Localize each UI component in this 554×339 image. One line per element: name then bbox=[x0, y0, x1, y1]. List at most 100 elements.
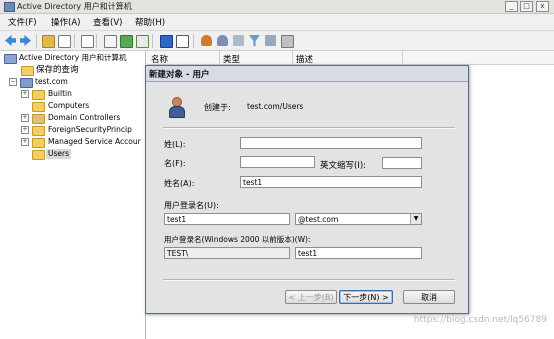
new-group-icon[interactable] bbox=[217, 35, 228, 46]
menu-view[interactable]: 查看(V) bbox=[93, 16, 122, 28]
up-folder-icon[interactable] bbox=[42, 35, 55, 48]
tree-item-label: Users bbox=[46, 149, 72, 159]
column-header-name[interactable]: 名称 bbox=[151, 53, 168, 65]
column-divider[interactable] bbox=[292, 51, 293, 64]
column-divider[interactable] bbox=[402, 51, 403, 64]
minimize-button[interactable]: _ bbox=[505, 1, 518, 12]
domain-icon bbox=[20, 78, 33, 88]
folder-icon bbox=[32, 138, 45, 148]
tree-item-saved-queries[interactable]: 保存的查询 bbox=[21, 65, 79, 76]
tree-item-label: 保存的查询 bbox=[36, 65, 79, 75]
folder-icon bbox=[32, 102, 45, 112]
window-title: Active Directory 用户和计算机 bbox=[17, 2, 132, 11]
expand-icon[interactable]: + bbox=[21, 90, 29, 98]
folder-icon bbox=[21, 66, 34, 76]
toolbar-separator bbox=[152, 34, 153, 48]
tree-item-label: test.com bbox=[35, 77, 68, 86]
new-ou-icon[interactable] bbox=[233, 35, 244, 46]
forward-icon[interactable] bbox=[20, 35, 31, 46]
first-name-input[interactable] bbox=[240, 156, 315, 168]
initials-input[interactable] bbox=[382, 157, 422, 169]
menu-action[interactable]: 操作(A) bbox=[51, 16, 80, 28]
logon-name-input[interactable]: test1 bbox=[164, 213, 290, 225]
folder-icon bbox=[32, 126, 45, 136]
add-to-group-icon[interactable] bbox=[265, 35, 276, 46]
toolbar-separator bbox=[36, 34, 37, 48]
maximize-button[interactable]: □ bbox=[520, 1, 533, 12]
folder-icon bbox=[32, 150, 45, 160]
column-divider[interactable] bbox=[219, 51, 220, 64]
show-tree-icon[interactable] bbox=[58, 35, 71, 48]
tree-item-domain[interactable]: − test.com bbox=[9, 77, 68, 88]
menu-help[interactable]: 帮助(H) bbox=[135, 16, 165, 28]
toolbar-separator bbox=[74, 34, 75, 48]
expand-icon[interactable]: + bbox=[21, 114, 29, 122]
properties-icon[interactable] bbox=[104, 35, 117, 48]
column-header-description[interactable]: 描述 bbox=[296, 53, 313, 65]
tree-item-users[interactable]: Users bbox=[21, 149, 72, 160]
export-list-icon[interactable] bbox=[136, 35, 149, 48]
tree-item-managed-service[interactable]: + Managed Service Accour bbox=[21, 137, 141, 148]
tree-item-computers[interactable]: Computers bbox=[21, 101, 90, 112]
full-name-label: 姓名(A): bbox=[164, 179, 195, 188]
menu-bar: 文件(F) 操作(A) 查看(V) 帮助(H) bbox=[0, 14, 554, 31]
pre2000-label: 用户登录名(Windows 2000 以前版本)(W): bbox=[164, 235, 311, 244]
back-icon[interactable] bbox=[5, 35, 16, 46]
dialog-title-bar: 新建对象 - 用户 bbox=[146, 66, 468, 82]
menu-file[interactable]: 文件(F) bbox=[8, 16, 37, 28]
tree-item-domain-controllers[interactable]: + Domain Controllers bbox=[21, 113, 121, 124]
copy-icon[interactable] bbox=[81, 35, 94, 48]
new-user-dialog: 新建对象 - 用户 创建于: test.com/Users 姓(L): 名(F)… bbox=[145, 65, 469, 314]
filter-icon[interactable] bbox=[249, 35, 260, 46]
expand-icon[interactable]: + bbox=[21, 138, 29, 146]
pre2000-domain-field: TEST\ bbox=[164, 247, 290, 259]
ad-console-icon bbox=[4, 54, 17, 64]
tree-item-label: Builtin bbox=[48, 89, 72, 98]
chevron-down-icon[interactable]: ▼ bbox=[410, 214, 421, 224]
separator-line bbox=[163, 127, 455, 129]
refresh-icon[interactable] bbox=[120, 35, 133, 48]
last-name-label: 姓(L): bbox=[164, 140, 186, 149]
watermark: https://blog.csdn.net/lq56789 bbox=[413, 315, 547, 325]
new-user-icon[interactable] bbox=[201, 35, 212, 46]
folder-icon bbox=[32, 90, 45, 100]
separator-line bbox=[163, 279, 455, 281]
tree-item-foreign-security[interactable]: + ForeignSecurityPrincip bbox=[21, 125, 132, 136]
show-pane-icon[interactable] bbox=[176, 35, 189, 48]
find-icon[interactable] bbox=[281, 35, 294, 48]
ou-folder-icon bbox=[32, 114, 45, 124]
logon-name-label: 用户登录名(U): bbox=[164, 201, 219, 210]
pre2000-logon-input[interactable]: test1 bbox=[295, 247, 422, 259]
tree-pane: Active Directory 用户和计算机 保存的查询 − test.com… bbox=[0, 51, 146, 339]
tree-item-builtin[interactable]: + Builtin bbox=[21, 89, 72, 100]
close-button[interactable]: x bbox=[536, 1, 549, 12]
expand-icon[interactable]: + bbox=[21, 126, 29, 134]
dialog-title: 新建对象 - 用户 bbox=[149, 70, 210, 80]
window-title-bar: Active Directory 用户和计算机 _ □ x bbox=[0, 0, 554, 14]
toolbar-separator bbox=[96, 34, 97, 48]
help-icon[interactable] bbox=[160, 35, 173, 48]
tree-root-label: Active Directory 用户和计算机 bbox=[19, 53, 127, 62]
user-icon bbox=[168, 97, 185, 118]
toolbar bbox=[0, 31, 554, 51]
first-name-label: 名(F): bbox=[164, 159, 186, 168]
create-in-label: 创建于: bbox=[204, 103, 231, 112]
tree-item-label: Domain Controllers bbox=[48, 113, 121, 122]
tree-item-label: ForeignSecurityPrincip bbox=[48, 125, 132, 134]
upn-suffix-select[interactable]: @test.com ▼ bbox=[295, 213, 422, 225]
next-button[interactable]: 下一步(N) > bbox=[339, 290, 393, 304]
column-header-type[interactable]: 类型 bbox=[223, 53, 240, 65]
list-header: 名称 类型 描述 bbox=[147, 51, 554, 65]
initials-label: 英文缩写(I): bbox=[320, 161, 367, 171]
upn-suffix-value: @test.com bbox=[298, 215, 339, 224]
app-icon bbox=[4, 2, 15, 12]
last-name-input[interactable] bbox=[240, 137, 422, 149]
back-button[interactable]: < 上一步(B) bbox=[285, 290, 337, 304]
toolbar-separator bbox=[193, 34, 194, 48]
tree-root[interactable]: Active Directory 用户和计算机 bbox=[4, 53, 127, 64]
full-name-input[interactable]: test1 bbox=[240, 176, 422, 188]
collapse-icon[interactable]: − bbox=[9, 78, 17, 86]
tree-item-label: Computers bbox=[48, 101, 90, 110]
create-in-value: test.com/Users bbox=[247, 102, 304, 111]
cancel-button[interactable]: 取消 bbox=[403, 290, 455, 304]
